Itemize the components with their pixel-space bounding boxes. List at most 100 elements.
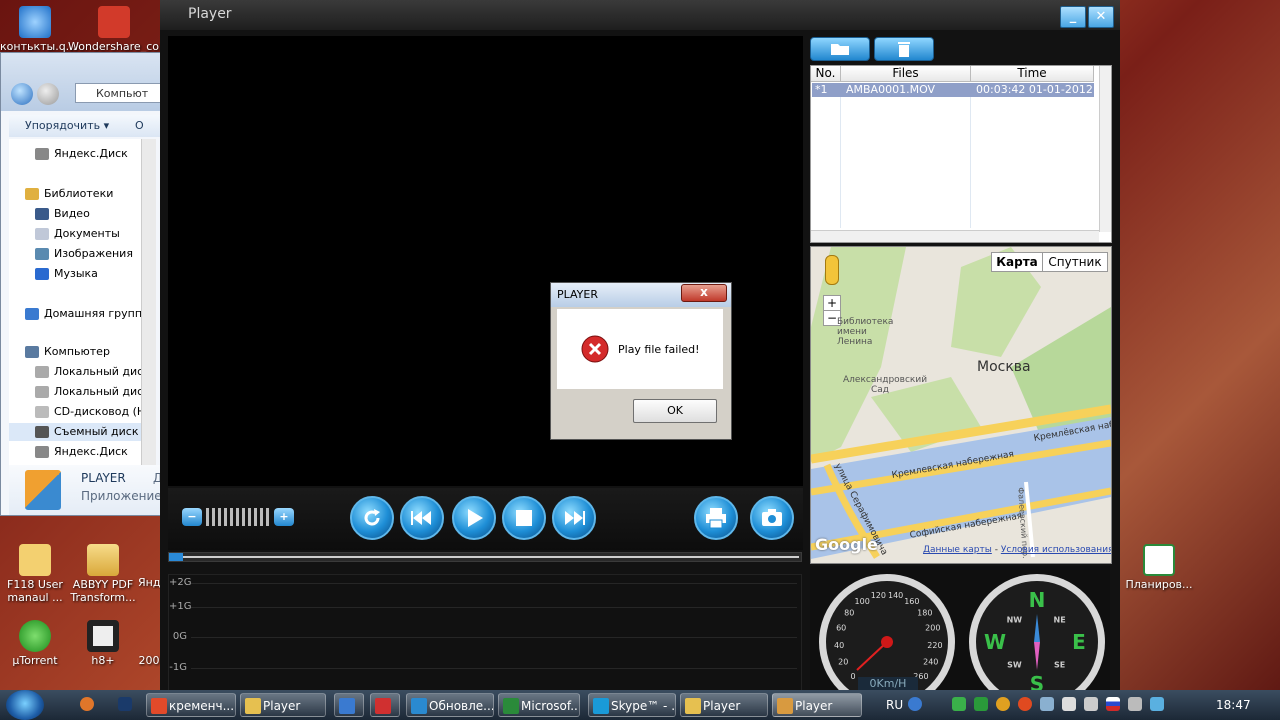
taskbar-button[interactable]: [334, 693, 364, 717]
tray-icon[interactable]: [1018, 697, 1032, 711]
desktop-icon-h8[interactable]: h8+: [68, 620, 138, 667]
photoshop-icon[interactable]: [118, 697, 132, 711]
folder-icon: [831, 44, 849, 55]
playlist-row[interactable]: *1 AMBA0001.MOV 00:03:42 01-01-2012: [812, 83, 1094, 97]
clock[interactable]: 18:47: [1216, 690, 1251, 720]
tree-item[interactable]: Домашняя группа: [25, 305, 149, 323]
compass-letter: E: [1072, 630, 1086, 654]
firefox-icon[interactable]: [80, 697, 94, 711]
desktop-icon-wondershare[interactable]: Wondershare_com: [68, 6, 170, 53]
tray-icon[interactable]: [1150, 697, 1164, 711]
desktop-icon-label: Янд: [138, 576, 160, 589]
tree-item-icon: [25, 188, 39, 200]
russian-flag-icon[interactable]: [1106, 697, 1120, 711]
ie-icon: [19, 6, 51, 38]
row-time: 00:03:42 01-01-2012: [976, 83, 1093, 96]
close-button[interactable]: ✕: [1088, 6, 1114, 28]
snapshot-button[interactable]: [750, 496, 794, 540]
tree-item[interactable]: Съемный диск (: [9, 423, 149, 441]
desktop-icon-utorrent[interactable]: μTorrent: [0, 620, 70, 667]
trash-icon: [898, 42, 910, 57]
tree-item[interactable]: Документы: [35, 225, 120, 243]
taskbar-button[interactable]: кременч...: [146, 693, 236, 717]
ok-button[interactable]: OK: [633, 399, 717, 423]
organize-button[interactable]: Упорядочить ▾: [25, 119, 109, 132]
volume-down-button[interactable]: −: [182, 508, 202, 526]
tree-item[interactable]: Яндекс.Диск: [35, 145, 128, 163]
desktop-icon-200[interactable]: 200: [138, 654, 160, 667]
tray-icon[interactable]: [996, 697, 1010, 711]
playlist-hscroll[interactable]: [811, 230, 1099, 242]
playlist-header-time[interactable]: Time: [971, 66, 1094, 82]
map-panel[interactable]: + − Карта Спутник Москва Библиотека имен…: [810, 246, 1112, 564]
open-folder-button[interactable]: [810, 37, 870, 61]
tree-item[interactable]: CD-дисковод (H: [35, 403, 145, 421]
playlist-vscroll[interactable]: [1099, 66, 1111, 232]
address-bar[interactable]: Компьют: [75, 83, 161, 103]
dialog-close-button[interactable]: x: [681, 284, 727, 302]
taskbar-button[interactable]: Skype™ - ...: [588, 693, 676, 717]
back-icon[interactable]: [11, 83, 33, 105]
zoom-in-button[interactable]: +: [823, 295, 841, 311]
desktop-icon-contacts[interactable]: контькты.q...: [0, 6, 76, 53]
map-tab-map[interactable]: Карта: [991, 252, 1043, 272]
tray-icon[interactable]: [1040, 697, 1054, 711]
stop-button[interactable]: [502, 496, 546, 540]
minimize-button[interactable]: _: [1060, 6, 1086, 28]
network-icon[interactable]: [1128, 697, 1142, 711]
tree-item[interactable]: Видео: [35, 205, 90, 223]
language-indicator[interactable]: RU: [886, 690, 903, 720]
taskbar-button[interactable]: [370, 693, 400, 717]
tree-item[interactable]: Библиотеки: [25, 185, 113, 203]
desktop-icon-yandex[interactable]: Янд: [138, 576, 160, 589]
forward-icon[interactable]: [37, 83, 59, 105]
map-tab-satellite[interactable]: Спутник: [1042, 252, 1108, 272]
delete-button[interactable]: [874, 37, 934, 61]
map-data-link[interactable]: Данные карты: [923, 545, 992, 555]
flag-icon[interactable]: [1062, 697, 1076, 711]
seek-thumb[interactable]: [169, 553, 183, 561]
taskbar-button[interactable]: Microsof...: [498, 693, 580, 717]
volume-up-button[interactable]: +: [274, 508, 294, 526]
help-icon[interactable]: [908, 697, 922, 711]
previous-button[interactable]: [400, 496, 444, 540]
tree-item[interactable]: Яндекс.Диск: [35, 443, 128, 461]
tree-item-icon: [25, 346, 39, 358]
play-button[interactable]: [452, 496, 496, 540]
tree-item[interactable]: Изображения: [35, 245, 133, 263]
playlist-header-files[interactable]: Files: [841, 66, 971, 82]
taskbar-button[interactable]: Player: [680, 693, 768, 717]
taskbar-button-label: Обновле...: [429, 699, 494, 713]
tree-scrollbar[interactable]: [141, 139, 156, 469]
repeat-button[interactable]: [350, 496, 394, 540]
seek-bar[interactable]: [168, 552, 802, 562]
desktop-icon-planner[interactable]: Планиров...: [1122, 544, 1196, 591]
gauges-svg: 020406080100120 140160180200220240260NESW…: [819, 574, 1105, 710]
taskbar-button[interactable]: Player: [240, 693, 326, 717]
desktop-icon-f118[interactable]: F118 User manaul ...: [0, 544, 70, 604]
tree-item[interactable]: Локальный диск: [35, 363, 150, 381]
pegman-icon[interactable]: [825, 255, 839, 285]
next-button[interactable]: [552, 496, 596, 540]
taskbar-button[interactable]: Обновле...: [406, 693, 494, 717]
tray-icon[interactable]: [974, 697, 988, 711]
taskbar-button[interactable]: Player: [772, 693, 862, 717]
graph-gridline: [191, 668, 797, 669]
playlist-header-no[interactable]: No.: [811, 66, 841, 82]
command-button-2[interactable]: О: [135, 115, 144, 137]
print-button[interactable]: [694, 496, 738, 540]
volume-icon[interactable]: [1084, 697, 1098, 711]
map-terms-link[interactable]: Условия использования: [1001, 545, 1111, 555]
start-button[interactable]: [6, 690, 44, 720]
desktop-icon-abbyy[interactable]: ABBYY PDF Transform...: [68, 544, 138, 604]
desktop-icon-label: 200: [138, 654, 160, 667]
tree-item-label: Видео: [54, 207, 90, 220]
speed-tick-label: 100: [855, 597, 870, 606]
tree-item-label: Локальный диск: [54, 365, 150, 378]
tree-item[interactable]: Музыка: [35, 265, 98, 283]
tree-item[interactable]: Компьютер: [25, 343, 110, 361]
tray-icon[interactable]: [952, 697, 966, 711]
volume-slider[interactable]: [206, 508, 270, 526]
tree-item[interactable]: Локальный диск: [35, 383, 150, 401]
tree-item-icon: [35, 228, 49, 240]
